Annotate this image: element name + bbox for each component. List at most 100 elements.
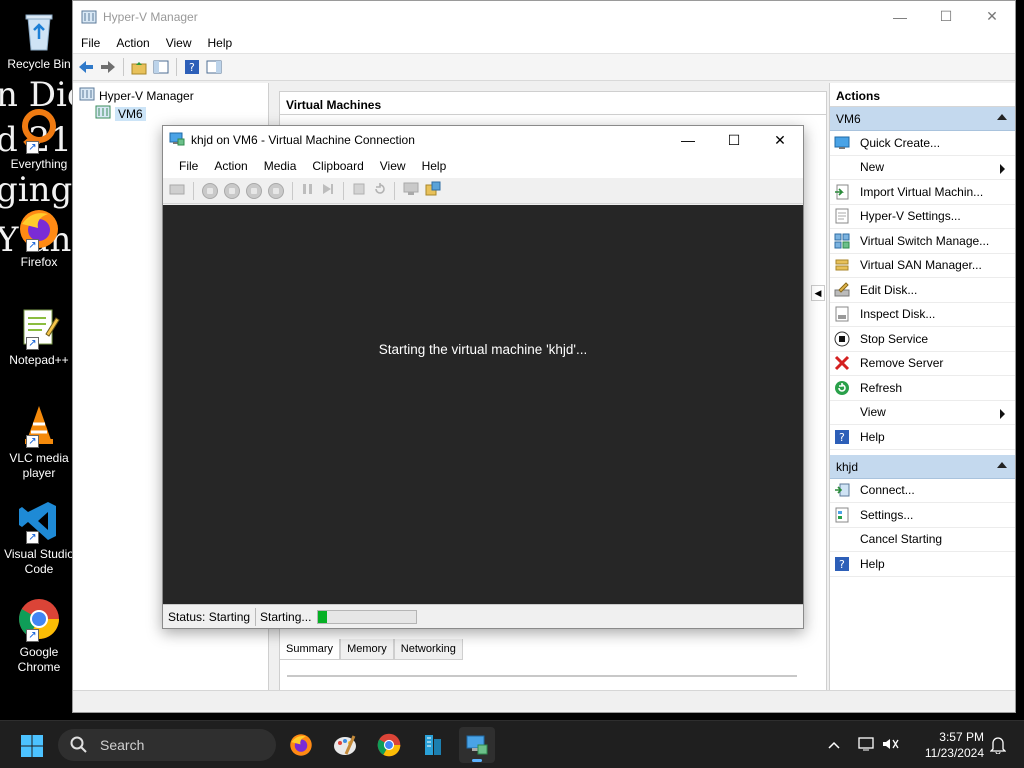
show-hide-action-pane-icon[interactable] <box>205 58 223 76</box>
menu-help[interactable]: Help <box>200 36 241 50</box>
action-virtual-switch-manager[interactable]: Virtual Switch Manage... <box>830 229 1015 254</box>
desktop-icon-notepadpp[interactable]: ↗ Notepad++ <box>2 304 76 368</box>
action-view[interactable]: View <box>830 401 1015 425</box>
up-folder-icon[interactable] <box>130 58 148 76</box>
shortcut-arrow-icon: ↗ <box>26 629 39 642</box>
tree-label: Hyper-V Manager <box>99 88 194 103</box>
help-icon[interactable]: ? <box>183 58 201 76</box>
taskbar-paint[interactable] <box>327 727 363 763</box>
menu-help[interactable]: Help <box>414 159 455 173</box>
shortcut-arrow-icon: ↗ <box>26 337 39 350</box>
help-icon: ? <box>834 556 850 572</box>
inspect-disk-icon <box>834 306 850 322</box>
action-help-vm[interactable]: ? Help <box>830 552 1015 577</box>
tab-summary[interactable]: Summary <box>279 639 341 660</box>
minimize-button[interactable]: — <box>665 126 711 154</box>
minimize-button[interactable]: — <box>877 1 923 32</box>
actions-section-vm[interactable]: khjd <box>830 454 1015 479</box>
action-refresh[interactable]: Refresh <box>830 376 1015 401</box>
action-inspect-disk[interactable]: Inspect Disk... <box>830 303 1015 327</box>
tab-networking[interactable]: Networking <box>393 639 463 660</box>
menu-media[interactable]: Media <box>256 159 305 173</box>
tree-item-hyperv-manager[interactable]: Hyper-V Manager <box>79 86 194 105</box>
menu-file[interactable]: File <box>73 36 108 50</box>
network-volume-icon[interactable] <box>882 737 900 754</box>
enhanced-session-icon[interactable] <box>403 182 419 199</box>
resume-icon[interactable] <box>321 182 335 199</box>
action-remove-server[interactable]: Remove Server <box>830 352 1015 376</box>
taskbar-firefox[interactable] <box>283 727 319 763</box>
taskbar-hyperv[interactable] <box>459 727 495 763</box>
vmc-title-bar[interactable]: khjd on VM6 - Virtual Machine Connection… <box>163 126 803 154</box>
action-stop-service[interactable]: Stop Service <box>830 327 1015 352</box>
desktop-icon-vlc[interactable]: ↗ VLC media player <box>2 402 76 481</box>
taskbar-chrome[interactable] <box>371 727 407 763</box>
horizontal-scrollbar[interactable] <box>287 675 797 677</box>
menu-action[interactable]: Action <box>108 36 157 50</box>
hyperv-manager-icon <box>79 86 95 105</box>
tree-label: VM6 <box>115 106 146 121</box>
vmc-window-title: khjd on VM6 - Virtual Machine Connection <box>191 133 415 147</box>
display-icon[interactable] <box>858 736 874 754</box>
ctrl-alt-del-icon[interactable] <box>169 182 185 199</box>
desktop-icon-vscode[interactable]: ↗ Visual Studio Code <box>2 498 76 577</box>
close-button[interactable]: ✕ <box>757 126 803 154</box>
pause-icon[interactable] <box>301 182 315 199</box>
back-arrow-icon[interactable] <box>77 58 95 76</box>
action-label: Stop Service <box>860 331 929 346</box>
hyperv-title-bar[interactable]: Hyper-V Manager — ☐ ✕ <box>73 1 1015 32</box>
action-cancel-starting[interactable]: Cancel Starting <box>830 528 1015 552</box>
menu-clipboard[interactable]: Clipboard <box>304 159 371 173</box>
menu-view[interactable]: View <box>158 36 200 50</box>
action-import-vm[interactable]: Import Virtual Machin... <box>830 180 1015 205</box>
desktop-icon-firefox[interactable]: ↗ Firefox <box>2 206 76 270</box>
save-state-icon[interactable] <box>268 182 284 199</box>
action-settings[interactable]: Settings... <box>830 503 1015 528</box>
menu-view[interactable]: View <box>372 159 414 173</box>
menu-action[interactable]: Action <box>206 159 255 173</box>
scroll-left-arrow-icon[interactable]: ◀ <box>811 285 825 301</box>
action-virtual-san-manager[interactable]: Virtual SAN Manager... <box>830 254 1015 278</box>
action-label: Inspect Disk... <box>860 307 936 322</box>
start-button[interactable] <box>20 734 44 758</box>
action-label: Connect... <box>860 483 915 498</box>
taskbar-search[interactable]: Search <box>58 729 276 761</box>
start-icon[interactable] <box>202 182 218 199</box>
clock[interactable]: 3:57 PM 11/23/2024 <box>912 729 984 761</box>
action-new[interactable]: New <box>830 156 1015 180</box>
action-connect[interactable]: Connect... <box>830 479 1015 503</box>
checkpoint-icon[interactable] <box>352 182 366 199</box>
desktop-icon-chrome[interactable]: ↗ Google Chrome <box>2 596 76 675</box>
tree-item-server[interactable]: VM6 <box>95 104 146 123</box>
actions-pane: Actions VM6 Quick Create... New Import V… <box>829 83 1015 690</box>
revert-icon[interactable] <box>372 182 386 199</box>
action-help-server[interactable]: ? Help <box>830 425 1015 450</box>
notifications-bell-icon[interactable] <box>989 736 1007 757</box>
desktop-icon-recycle-bin[interactable]: Recycle Bin <box>2 8 76 72</box>
turn-off-icon[interactable] <box>224 182 240 199</box>
show-hidden-icons-chevron-icon[interactable] <box>828 738 840 752</box>
maximize-button[interactable]: ☐ <box>923 1 969 32</box>
taskbar-server-manager[interactable] <box>415 727 451 763</box>
action-edit-disk[interactable]: Edit Disk... <box>830 278 1015 303</box>
desktop-icon-everything[interactable]: ↗ Everything <box>2 108 76 172</box>
shortcut-arrow-icon: ↗ <box>26 435 39 448</box>
action-hyperv-settings[interactable]: Hyper-V Settings... <box>830 205 1015 229</box>
shutdown-icon[interactable] <box>246 182 262 199</box>
action-quick-create[interactable]: Quick Create... <box>830 131 1015 156</box>
tab-memory[interactable]: Memory <box>340 639 394 660</box>
remove-icon <box>834 355 850 371</box>
share-icon[interactable] <box>425 181 441 200</box>
collapse-caret-icon[interactable] <box>997 461 1007 468</box>
actions-section-server[interactable]: VM6 <box>830 107 1015 131</box>
vm-screen[interactable]: Starting the virtual machine 'khjd'... <box>163 205 803 605</box>
show-hide-tree-icon[interactable] <box>152 58 170 76</box>
forward-arrow-icon[interactable] <box>99 58 117 76</box>
collapse-caret-icon[interactable] <box>997 114 1007 120</box>
maximize-button[interactable]: ☐ <box>711 126 757 154</box>
close-button[interactable]: ✕ <box>969 1 1015 32</box>
vmc-menu-bar: File Action Media Clipboard View Help <box>163 154 803 178</box>
server-manager-icon <box>425 735 441 755</box>
action-label: View <box>860 405 886 420</box>
menu-file[interactable]: File <box>171 159 206 173</box>
